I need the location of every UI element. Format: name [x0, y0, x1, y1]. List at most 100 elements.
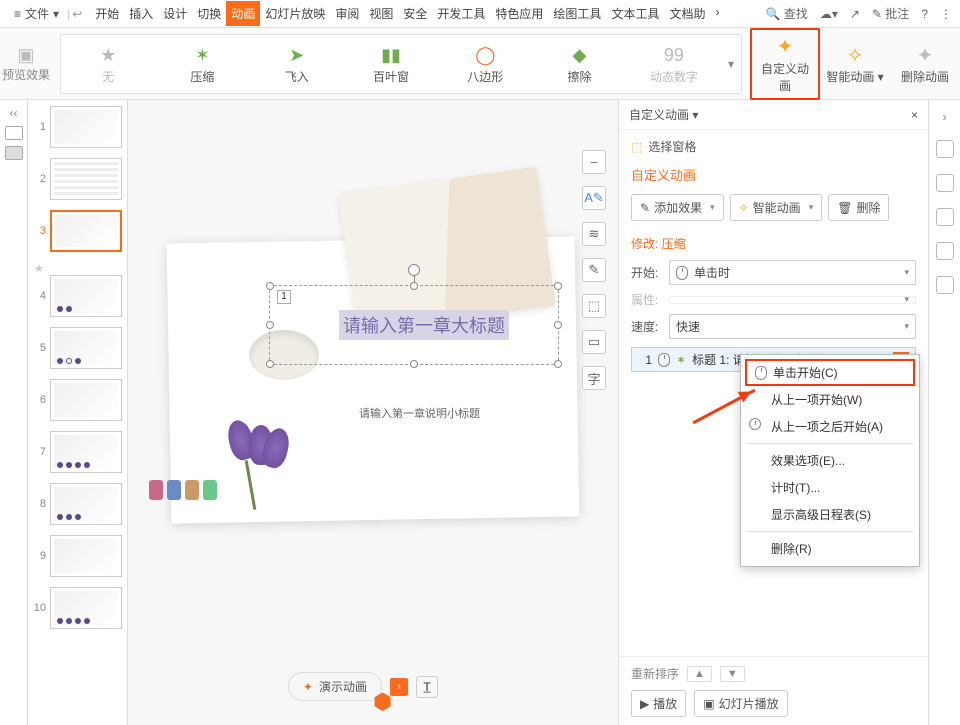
tab-special[interactable]: 特色应用	[490, 1, 548, 26]
tab-text[interactable]: 文本工具	[606, 1, 664, 26]
rail-collapse-icon[interactable]: ›	[943, 110, 947, 124]
tab-start[interactable]: 开始	[90, 1, 124, 26]
search-button[interactable]: 🔍 查找	[766, 5, 808, 22]
anim-none[interactable]: ★无	[61, 38, 155, 89]
move-up-button[interactable]: ▲	[687, 666, 712, 682]
tab-slideshow[interactable]: 幻灯片放映	[260, 1, 330, 26]
menu-after-previous[interactable]: 从上一项之后开始(A)	[741, 413, 919, 440]
anim-wipe[interactable]: ◆擦除	[532, 38, 626, 89]
layers-icon[interactable]: ≋	[582, 222, 606, 246]
play-button[interactable]: ▶ 播放	[631, 690, 686, 717]
tab-devtools[interactable]: 开发工具	[432, 1, 490, 26]
anim-compress[interactable]: ✶压缩	[155, 38, 249, 89]
cloud-icon[interactable]: ☁▾	[820, 7, 838, 21]
numbers-icon: 99	[631, 42, 717, 68]
delete-effect-button[interactable]: 🗑 删除	[828, 194, 889, 221]
flowers-image	[209, 420, 299, 510]
anim-octagon[interactable]: ◯八边形	[438, 38, 532, 89]
tab-dochelp[interactable]: 文档助	[664, 1, 710, 26]
image-icon[interactable]: ⬚	[582, 294, 606, 318]
custom-animation-button[interactable]: ✦ 自定义动画	[750, 28, 820, 100]
resize-handle[interactable]	[554, 282, 562, 290]
thumbnail-1[interactable]: 1	[32, 106, 123, 148]
undo-icon[interactable]: ↩	[72, 7, 82, 21]
start-dropdown[interactable]: 单击时	[669, 260, 916, 285]
resize-handle[interactable]	[410, 360, 418, 368]
annotate-button[interactable]: ✎ 批注	[872, 5, 909, 22]
move-down-button[interactable]: ▼	[720, 666, 745, 682]
menu-with-previous[interactable]: 从上一项开始(W)	[741, 386, 919, 413]
resize-handle[interactable]	[266, 360, 274, 368]
tab-review[interactable]: 审阅	[330, 1, 364, 26]
thumbnail-5[interactable]: 5	[32, 327, 123, 369]
shape-icon[interactable]: ▭	[582, 330, 606, 354]
text-format-icon[interactable]: T̲	[416, 676, 438, 698]
slide-view-icon[interactable]	[5, 146, 23, 160]
tab-transition[interactable]: 切换	[192, 1, 226, 26]
demo-animation-button[interactable]: ✦ 演示动画	[288, 672, 382, 701]
thumbnail-7[interactable]: 7	[32, 431, 123, 473]
zoom-out-icon[interactable]: −	[582, 150, 606, 174]
anim-number-tag[interactable]: 1	[277, 290, 291, 304]
resize-handle[interactable]	[410, 282, 418, 290]
cube-icon[interactable]: ⬢	[373, 689, 392, 715]
tab-overflow[interactable]: ›	[710, 1, 724, 26]
tab-insert[interactable]: 插入	[124, 1, 158, 26]
tab-security[interactable]: 安全	[398, 1, 432, 26]
slideshow-button[interactable]: ▣ 幻灯片播放	[694, 690, 787, 717]
resize-handle[interactable]	[266, 282, 274, 290]
preview-button[interactable]: ▣ 预览效果	[0, 45, 52, 83]
tab-animation[interactable]: 动画	[226, 1, 260, 26]
thumbnail-2[interactable]: 2	[32, 158, 123, 200]
close-panel-icon[interactable]: ×	[911, 108, 918, 122]
next-icon[interactable]: ›	[390, 678, 408, 696]
share-icon[interactable]: ↗	[850, 7, 860, 21]
help-icon[interactable]: ?	[921, 7, 928, 21]
anim-numbers[interactable]: 99动态数字	[627, 38, 721, 89]
rail-tool-2[interactable]	[936, 174, 954, 192]
collapse-icon[interactable]: ‹‹	[0, 106, 27, 120]
thumbnail-6[interactable]: 6	[32, 379, 123, 421]
anim-flyin[interactable]: ➤飞入	[250, 38, 344, 89]
file-menu[interactable]: ≡ 文件 ▾	[8, 3, 65, 24]
menu-delete[interactable]: 删除(R)	[741, 535, 919, 562]
gallery-more[interactable]: ▾	[721, 57, 741, 71]
menu-click-start[interactable]: 单击开始(C)	[745, 359, 915, 386]
slide-canvas: 1 请输入第一章大标题 请输入第一章说明小标题 − A✎ ≋ ✎ ⬚ ▭ 字 ✦…	[128, 100, 618, 725]
outline-view-icon[interactable]	[5, 126, 23, 140]
slide-subtitle[interactable]: 请输入第一章说明小标题	[359, 405, 480, 421]
smart-anim-panel-button[interactable]: ✧ 智能动画	[730, 194, 823, 221]
star-icon: ★	[65, 42, 151, 68]
tab-design[interactable]: 设计	[158, 1, 192, 26]
resize-handle[interactable]	[554, 321, 562, 329]
smart-animation-button[interactable]: ✧ 智能动画 ▾	[820, 38, 890, 89]
rail-tool-1[interactable]	[936, 140, 954, 158]
menu-advanced-timeline[interactable]: 显示高级日程表(S)	[741, 501, 919, 528]
rail-tool-4[interactable]	[936, 242, 954, 260]
thumbnail-3[interactable]: 3	[32, 210, 123, 252]
text-tool-icon[interactable]: A✎	[582, 186, 606, 210]
tab-draw[interactable]: 绘图工具	[548, 1, 606, 26]
menu-timing[interactable]: 计时(T)...	[741, 474, 919, 501]
select-pane-button[interactable]: ⬚ 选择窗格	[631, 138, 916, 155]
tab-view[interactable]: 视图	[364, 1, 398, 26]
resize-handle[interactable]	[554, 360, 562, 368]
char-icon[interactable]: 字	[582, 366, 606, 390]
delete-animation-button[interactable]: ✦ 删除动画	[890, 38, 960, 89]
rotate-handle[interactable]	[408, 264, 420, 276]
thumbnail-8[interactable]: 8	[32, 483, 123, 525]
rail-tool-3[interactable]	[936, 208, 954, 226]
resize-handle[interactable]	[266, 321, 274, 329]
slide[interactable]: 1 请输入第一章大标题 请输入第一章说明小标题	[167, 236, 580, 523]
more-icon[interactable]: ⋮	[940, 7, 952, 21]
add-effect-button[interactable]: ✎ 添加效果	[631, 194, 724, 221]
anim-blinds[interactable]: ▮▮百叶窗	[344, 38, 438, 89]
rail-tool-5[interactable]	[936, 276, 954, 294]
thumbnail-4[interactable]: 4	[32, 275, 123, 317]
thumbnail-9[interactable]: 9	[32, 535, 123, 577]
slide-title[interactable]: 请输入第一章大标题	[339, 310, 509, 340]
speed-dropdown[interactable]: 快速	[669, 314, 916, 339]
thumbnail-10[interactable]: 10	[32, 587, 123, 629]
pen-icon[interactable]: ✎	[582, 258, 606, 282]
menu-effect-options[interactable]: 效果选项(E)...	[741, 447, 919, 474]
